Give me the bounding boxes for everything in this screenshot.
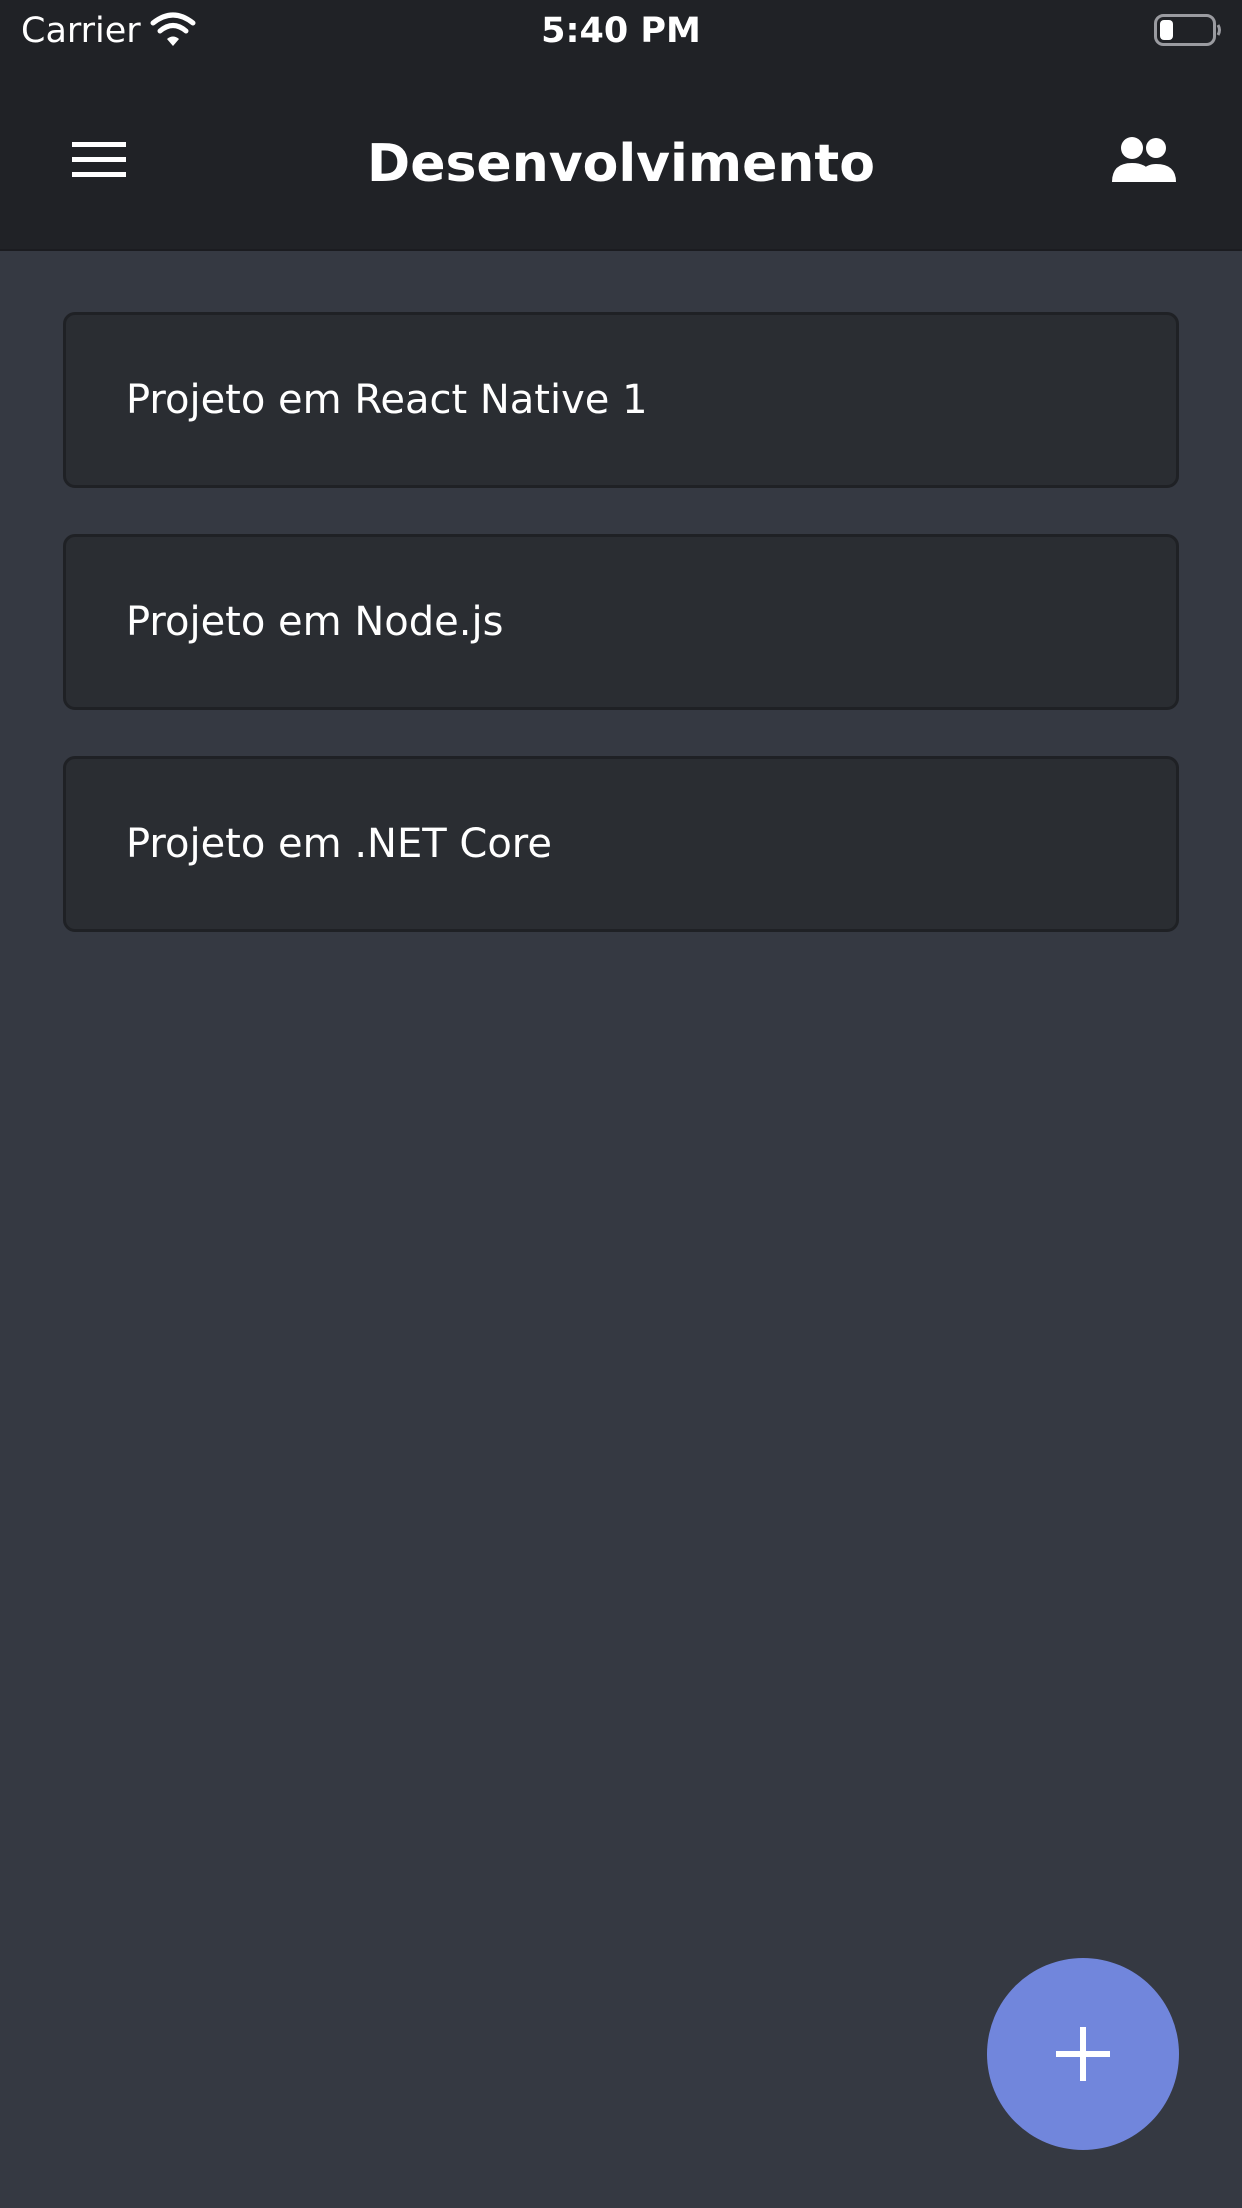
project-card-nodejs[interactable]: Projeto em Node.js <box>63 534 1179 710</box>
project-name: Projeto em React Native 1 <box>126 377 648 423</box>
status-bar: Carrier 5:40 PM <box>0 0 1242 60</box>
project-list: Projeto em React Native 1 Projeto em Nod… <box>63 312 1179 978</box>
members-button[interactable] <box>1100 130 1188 190</box>
battery-icon <box>1154 14 1221 46</box>
people-icon <box>1112 137 1176 182</box>
project-name: Projeto em Node.js <box>126 599 504 645</box>
page-title: Desenvolvimento <box>367 134 875 194</box>
project-card-dotnet-core[interactable]: Projeto em .NET Core <box>63 756 1179 932</box>
plus-icon <box>1056 2027 1110 2081</box>
project-card-react-native[interactable]: Projeto em React Native 1 <box>63 312 1179 488</box>
project-name: Projeto em .NET Core <box>126 821 552 867</box>
app-screen: Carrier 5:40 PM Desenvolvimento Projeto … <box>0 0 1242 2208</box>
navigation-bar: Desenvolvimento <box>0 60 1242 250</box>
status-time: 5:40 PM <box>541 11 701 51</box>
app-header: Carrier 5:40 PM Desenvolvimento <box>0 0 1242 251</box>
add-project-button[interactable] <box>987 1958 1179 2150</box>
